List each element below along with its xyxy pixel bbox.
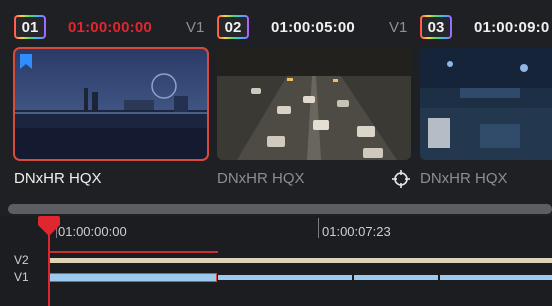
clip-thumbnail-1[interactable] — [13, 47, 209, 161]
track-v2-clip-bar[interactable] — [50, 258, 552, 263]
clip-timecode: 01:00:09:0 — [474, 18, 550, 36]
track-v1-clip-bar[interactable] — [440, 275, 552, 280]
track-v1-clip-bar[interactable] — [354, 275, 438, 280]
clip-number-badge: 01 — [14, 15, 46, 39]
clip-thumbnail-2[interactable] — [217, 48, 411, 160]
city-skyline-image — [14, 48, 208, 160]
clip-codec-label-1: DNxHR HQX — [14, 170, 102, 187]
playhead-line[interactable] — [48, 226, 50, 306]
clip-track-label: V1 — [186, 18, 205, 36]
track-v1-clip-bar[interactable] — [218, 275, 352, 280]
thumbnail-scrollbar-thumb[interactable] — [8, 204, 552, 214]
track-label-v2: V2 — [14, 253, 29, 267]
ruler-timecode: 01:00:00:00 — [58, 224, 127, 239]
clip-timecode: 01:00:00:00 — [68, 18, 152, 36]
clip-header-3[interactable]: 03 01:00:09:0 — [420, 14, 549, 40]
clip-thumbnail-3[interactable] — [420, 48, 552, 160]
clip-header-2[interactable]: 02 01:00:05:00 — [217, 14, 355, 40]
clip-codec-label-2: DNxHR HQX — [217, 170, 305, 187]
clip-number-badge: 02 — [217, 15, 249, 39]
clip-track-label: V1 — [389, 18, 408, 36]
clip-timecode: 01:00:05:00 — [271, 18, 355, 36]
ruler-tick — [318, 218, 319, 238]
playhead-marker-icon[interactable] — [38, 216, 60, 236]
clip-codec-label-3: DNxHR HQX — [420, 170, 508, 187]
clip-number-badge: 03 — [420, 15, 452, 39]
track-v1-clip-bar-selected[interactable] — [49, 273, 217, 282]
bookmark-flag-icon[interactable] — [20, 54, 32, 69]
highway-traffic-image — [217, 48, 411, 160]
ruler-timecode: 01:00:07:23 — [322, 224, 391, 239]
track-label-v1: V1 — [14, 270, 29, 284]
crosshair-icon[interactable] — [392, 170, 410, 188]
stage-concert-image — [420, 48, 552, 160]
range-marker-line — [50, 251, 218, 253]
clip-header-1[interactable]: 01 01:00:00:00 — [14, 14, 152, 40]
